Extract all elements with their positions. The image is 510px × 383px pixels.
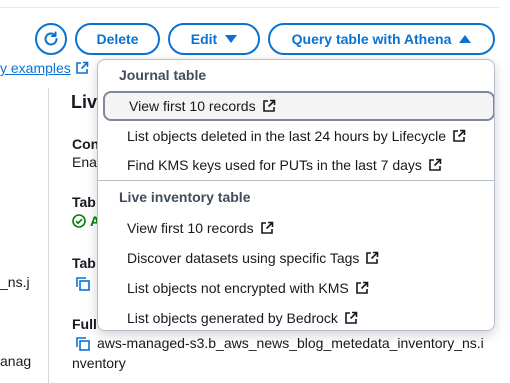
inventory-item-not-encrypted[interactable]: List objects not encrypted with KMS — [127, 278, 369, 298]
journal-item-view-first-10[interactable]: View first 10 records — [103, 91, 494, 121]
external-link-icon — [453, 129, 466, 142]
external-link-icon — [260, 221, 273, 234]
delete-button[interactable]: Delete — [75, 23, 160, 55]
caret-up-icon — [459, 35, 472, 43]
live-inventory-header: Live inventory table — [119, 189, 251, 205]
copy-icon[interactable] — [76, 277, 90, 291]
menu-item-label: Discover datasets using specific Tags — [127, 250, 360, 266]
caret-down-icon — [225, 35, 238, 43]
left-value-2: anag — [0, 353, 32, 369]
journal-table-header: Journal table — [119, 67, 207, 83]
menu-item-label: List objects not encrypted with KMS — [127, 280, 349, 296]
external-link-icon — [76, 61, 89, 74]
table-label-2: Tab — [72, 255, 96, 271]
query-athena-label: Query table with Athena — [291, 31, 452, 47]
inventory-item-bedrock[interactable]: List objects generated by Bedrock — [127, 308, 358, 328]
external-link-icon — [345, 311, 358, 324]
table-label-1: Tab — [72, 194, 96, 210]
inventory-item-view-first-10[interactable]: View first 10 records — [127, 218, 274, 238]
check-circle-icon — [72, 214, 86, 228]
copy-icon-2[interactable] — [76, 337, 90, 351]
config-label: Con — [72, 136, 100, 152]
external-link-icon — [429, 158, 442, 171]
query-athena-button[interactable]: Query table with Athena — [268, 23, 495, 55]
menu-item-label: View first 10 records — [129, 98, 256, 114]
left-value-1: _ns.j — [0, 274, 30, 290]
status-row: A — [72, 213, 100, 229]
delete-label: Delete — [96, 31, 139, 47]
edit-label: Edit — [190, 31, 218, 47]
athena-query-menu: Journal table View first 10 records List… — [97, 59, 495, 331]
full-label: Full — [72, 316, 97, 332]
refresh-icon — [44, 31, 58, 46]
container-border — [0, 0, 500, 8]
inventory-item-datasets-tags[interactable]: Discover datasets using specific Tags — [127, 248, 379, 268]
examples-link-row[interactable]: y examples — [0, 60, 89, 78]
refresh-button[interactable] — [35, 23, 67, 55]
external-link-icon — [366, 251, 379, 264]
full-value-line1: aws-managed-s3.b_aws_news_blog_metedata_… — [97, 335, 484, 351]
external-link-icon — [262, 99, 275, 112]
section-title: Liv — [71, 92, 98, 112]
examples-link[interactable]: y examples — [0, 60, 71, 76]
full-value-line2: nventory — [72, 355, 126, 371]
enabled-value: Enal — [72, 154, 101, 170]
menu-item-label: List objects deleted in the last 24 hour… — [127, 128, 447, 144]
journal-item-kms-keys[interactable]: Find KMS keys used for PUTs in the last … — [127, 155, 442, 175]
menu-item-label: List objects generated by Bedrock — [127, 310, 338, 326]
menu-item-label: Find KMS keys used for PUTs in the last … — [127, 157, 422, 173]
external-link-icon — [355, 281, 369, 294]
journal-item-deleted-lifecycle[interactable]: List objects deleted in the last 24 hour… — [127, 126, 466, 146]
edit-button[interactable]: Edit — [168, 23, 260, 55]
column-divider — [48, 88, 49, 383]
menu-item-label: View first 10 records — [127, 220, 254, 236]
group-divider — [98, 180, 494, 181]
